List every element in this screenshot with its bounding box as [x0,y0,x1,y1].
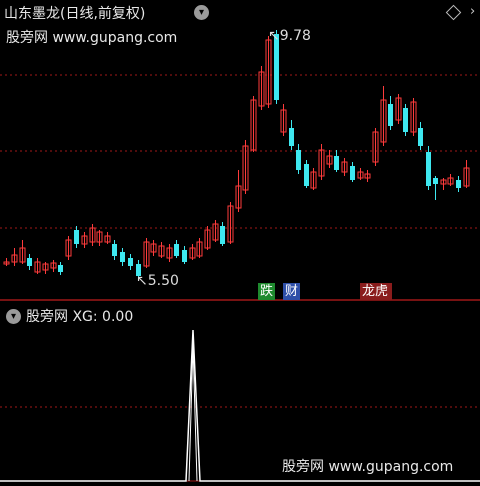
candle-down [334,156,339,170]
candle-down [27,258,32,266]
candle-down [289,128,294,146]
low-price-label: 5.50 [147,273,179,289]
candle-down [388,104,393,126]
high-price-marker: ↖9.78 [268,28,311,44]
candle-down [456,180,461,188]
badge-drop[interactable]: 跌 [258,283,276,300]
indicator-label: 股旁网 XG: 0.00 [26,306,133,326]
candlestick-chart [0,30,480,482]
watermark: 股旁网 www.gupang.com [282,459,454,475]
candle-down [174,244,179,256]
candle-down [112,244,117,256]
candle-down [304,164,309,186]
candle-down [120,252,125,262]
arrow-icon: ↖ [136,273,148,289]
badge-dragon-tiger-list[interactable]: 龙虎榜 [360,283,392,300]
candle-down [433,178,438,184]
xg-signal-line [188,344,198,482]
arrow-icon: ↖ [268,28,280,44]
candle-down [296,150,301,170]
candle-down [182,250,187,262]
indicator-name: 股旁网 [26,309,68,325]
badge-finance[interactable]: 财 [283,283,301,300]
candle-down [426,152,431,186]
candle-down [350,166,355,180]
candle-down [418,128,423,146]
candle-down [74,230,79,244]
candle-down [128,258,133,266]
high-price-label: 9.78 [279,28,311,44]
candle-down [58,265,63,272]
candle-down [403,108,408,132]
indicator-readout: XG: 0.00 [72,309,134,325]
chevron-down-icon[interactable]: ▾ [6,309,21,324]
low-price-marker: ↖5.50 [136,273,179,289]
candle-down [220,226,225,244]
